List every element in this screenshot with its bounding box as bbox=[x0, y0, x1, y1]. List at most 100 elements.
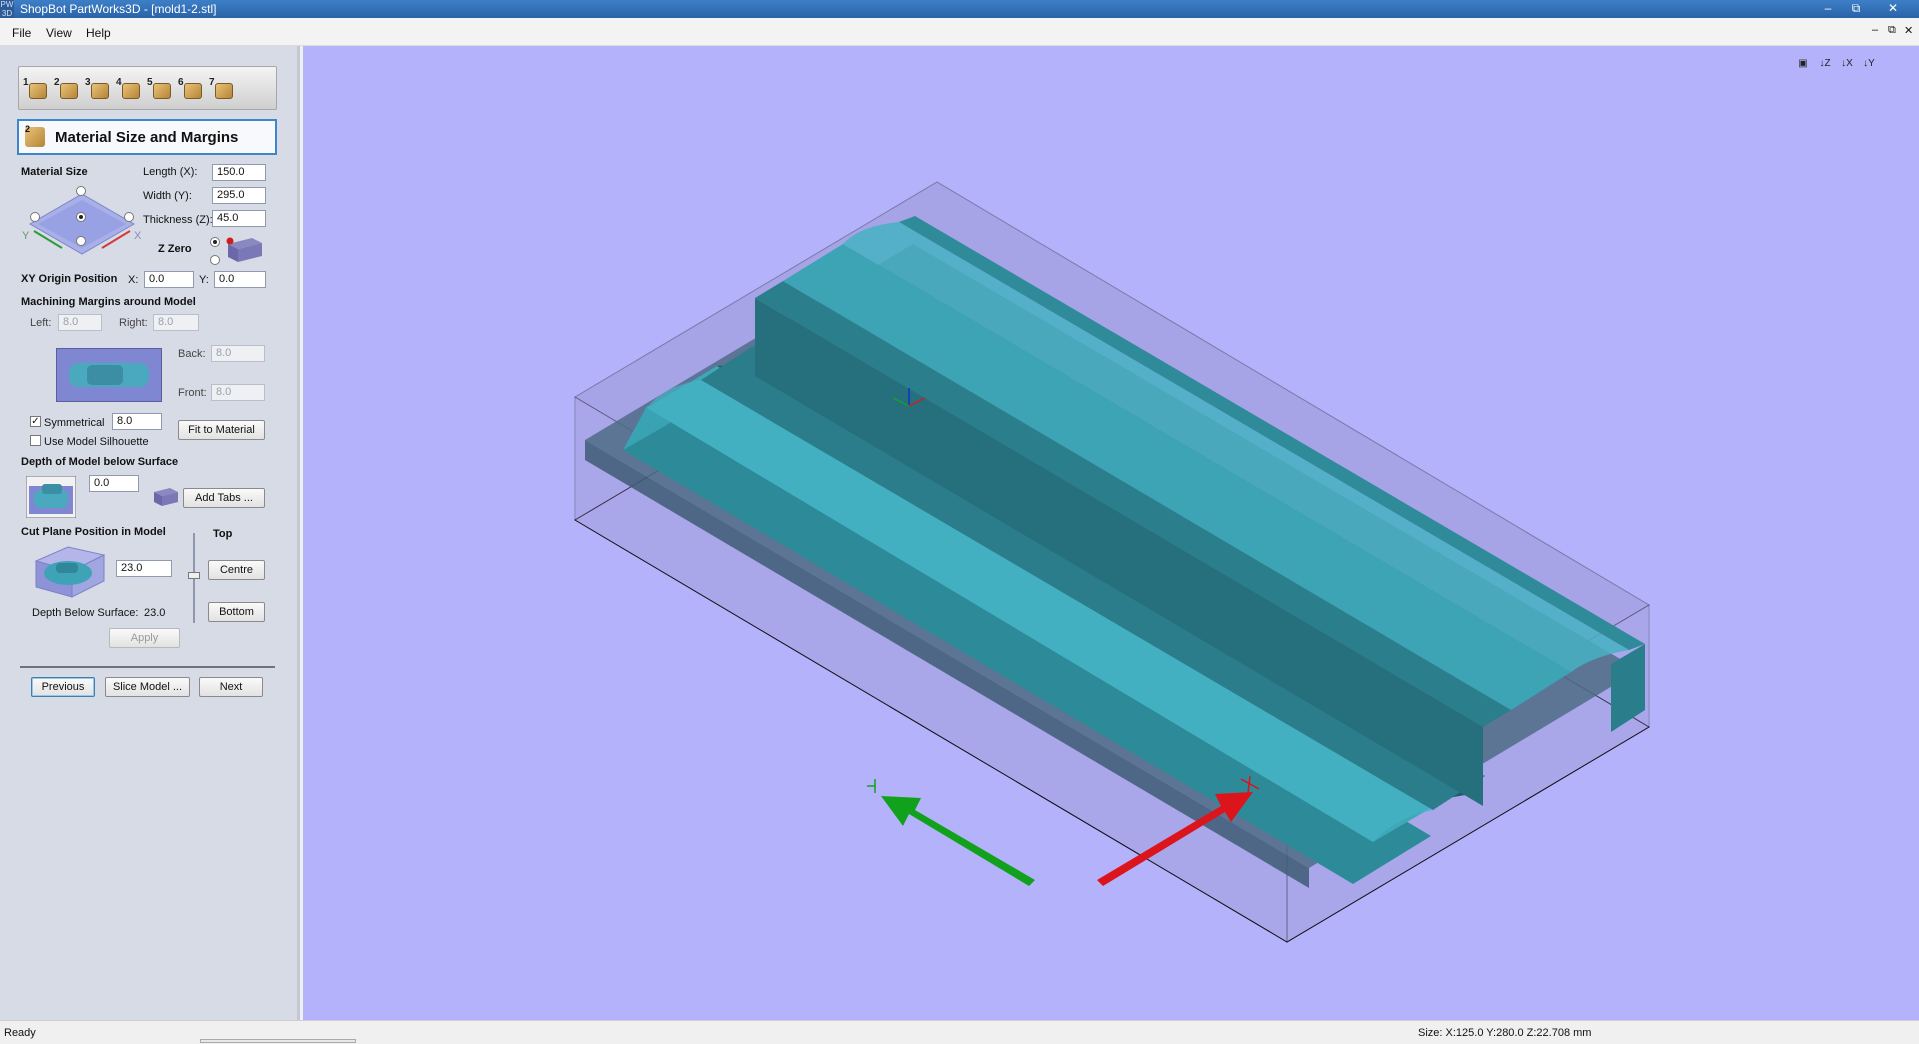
menu-file[interactable]: File bbox=[12, 26, 31, 40]
z-zero-label: Z Zero bbox=[158, 243, 192, 255]
previous-button[interactable]: Previous bbox=[31, 677, 95, 697]
step-2-button[interactable]: 2 bbox=[54, 77, 80, 101]
origin-radio-front[interactable] bbox=[76, 236, 86, 246]
material-size-heading: Material Size bbox=[21, 166, 88, 178]
length-label: Length (X): bbox=[143, 166, 198, 178]
origin-y-label: Y: bbox=[199, 274, 209, 286]
margin-back-input[interactable]: 8.0 bbox=[211, 345, 265, 362]
origin-radio-center[interactable] bbox=[76, 212, 86, 222]
add-tabs-button[interactable]: Add Tabs ... bbox=[183, 488, 265, 508]
width-label: Width (Y): bbox=[143, 190, 192, 202]
close-button[interactable]: ✕ bbox=[1880, 0, 1906, 16]
margin-front-label: Front: bbox=[178, 387, 207, 399]
step-4-button[interactable]: 4 bbox=[116, 77, 142, 101]
step-1-icon bbox=[29, 83, 47, 99]
menu-bar: File View Help – ⧉ ✕ bbox=[0, 18, 1919, 46]
mdi-close-button[interactable]: ✕ bbox=[1904, 24, 1913, 37]
margin-back-label: Back: bbox=[178, 348, 206, 360]
origin-x-input[interactable]: 0.0 bbox=[144, 271, 194, 288]
wizard-panel: 1 2 3 4 5 6 7 2 Material Size and Margin… bbox=[0, 46, 300, 1020]
app-icon: PW 3D bbox=[0, 0, 14, 18]
step-6-icon bbox=[184, 83, 202, 99]
symmetrical-label: Symmetrical bbox=[44, 417, 105, 429]
section-header: 2 Material Size and Margins bbox=[17, 119, 277, 155]
z-view-icon[interactable]: ↓Z bbox=[1815, 54, 1835, 74]
status-progress-bar bbox=[200, 1039, 356, 1043]
car-model-thumbnail bbox=[57, 349, 161, 401]
status-text: Ready bbox=[4, 1027, 36, 1039]
fit-to-material-button[interactable]: Fit to Material bbox=[178, 420, 265, 440]
y-view-icon[interactable]: ↓Y bbox=[1859, 54, 1879, 74]
length-input[interactable]: 150.0 bbox=[212, 164, 266, 181]
origin-radio-right[interactable] bbox=[124, 212, 134, 222]
x-view-icon[interactable]: ↓X bbox=[1837, 54, 1857, 74]
mdi-restore-button[interactable]: ⧉ bbox=[1888, 24, 1896, 37]
step-5-icon bbox=[153, 83, 171, 99]
iso-view-icon[interactable]: ▣ bbox=[1793, 54, 1813, 74]
tab-block-icon bbox=[154, 488, 178, 506]
window-title: ShopBot PartWorks3D - [mold1-2.stl] bbox=[20, 2, 217, 16]
xy-origin-heading: XY Origin Position bbox=[21, 273, 118, 285]
margins-heading: Machining Margins around Model bbox=[21, 296, 196, 308]
depth-model-icon bbox=[26, 476, 76, 518]
origin-y-input[interactable]: 0.0 bbox=[214, 271, 266, 288]
z-zero-top-radio[interactable] bbox=[210, 237, 220, 247]
maximize-button[interactable]: ⧉ bbox=[1843, 0, 1869, 16]
y-direction-arrow bbox=[881, 796, 1035, 886]
symmetrical-checkbox[interactable]: ✓ bbox=[30, 416, 41, 427]
z-zero-bottom-radio[interactable] bbox=[210, 255, 220, 265]
origin-radio-back[interactable] bbox=[76, 186, 86, 196]
margin-right-input[interactable]: 8.0 bbox=[153, 314, 199, 331]
step-4-icon bbox=[122, 83, 140, 99]
depth-input[interactable]: 0.0 bbox=[89, 475, 139, 492]
section-number: 2 bbox=[25, 124, 31, 134]
step-3-button[interactable]: 3 bbox=[85, 77, 111, 101]
model-silhouette-label: Use Model Silhouette bbox=[44, 436, 149, 448]
status-size-readout: Size: X:125.0 Y:280.0 Z:22.708 mm bbox=[1418, 1027, 1592, 1039]
origin-radio-left[interactable] bbox=[30, 212, 40, 222]
minimize-button[interactable]: – bbox=[1815, 0, 1841, 16]
step-1-button[interactable]: 1 bbox=[23, 77, 49, 101]
step-6-button[interactable]: 6 bbox=[178, 77, 204, 101]
width-input[interactable]: 295.0 bbox=[212, 187, 266, 204]
model-silhouette-checkbox[interactable] bbox=[30, 435, 41, 446]
origin-x-label: X: bbox=[128, 274, 139, 286]
thickness-input[interactable]: 45.0 bbox=[212, 210, 266, 227]
margin-left-label: Left: bbox=[30, 317, 52, 329]
step-5-button[interactable]: 5 bbox=[147, 77, 173, 101]
menu-help[interactable]: Help bbox=[86, 26, 111, 40]
step-3-icon bbox=[91, 83, 109, 99]
section-title: Material Size and Margins bbox=[55, 129, 239, 146]
cut-plane-slider-handle[interactable] bbox=[188, 572, 200, 579]
mdi-minimize-button[interactable]: – bbox=[1872, 24, 1878, 36]
axis-x-label: X bbox=[134, 230, 142, 242]
bottom-button[interactable]: Bottom bbox=[208, 602, 265, 622]
title-bar: PW 3D ShopBot PartWorks3D - [mold1-2.stl… bbox=[0, 0, 1919, 18]
centre-button[interactable]: Centre bbox=[208, 560, 265, 580]
panel-divider bbox=[20, 666, 275, 668]
material-origin-diagram bbox=[28, 193, 136, 255]
cut-plane-input[interactable]: 23.0 bbox=[116, 560, 172, 577]
margin-front-input[interactable]: 8.0 bbox=[211, 384, 265, 401]
3d-scene bbox=[574, 181, 1650, 943]
step-7-button[interactable]: 7 bbox=[209, 77, 235, 101]
next-button[interactable]: Next bbox=[199, 677, 263, 697]
margins-model-preview bbox=[56, 348, 162, 402]
margin-right-label: Right: bbox=[119, 317, 148, 329]
axis-y-label: Y bbox=[22, 230, 30, 242]
depth-heading: Depth of Model below Surface bbox=[21, 456, 179, 468]
menu-view[interactable]: View bbox=[46, 26, 72, 40]
status-bar: Ready Size: X:125.0 Y:280.0 Z:22.708 mm bbox=[0, 1020, 1919, 1044]
step-2-icon bbox=[60, 83, 78, 99]
slice-model-button[interactable]: Slice Model ... bbox=[105, 677, 190, 697]
apply-button[interactable]: Apply bbox=[109, 628, 180, 648]
depth-below-surface-value: 23.0 bbox=[144, 607, 166, 619]
cut-plane-heading: Cut Plane Position in Model bbox=[21, 526, 166, 538]
z-zero-block-icon bbox=[226, 237, 262, 262]
cut-plane-top-label: Top bbox=[213, 528, 233, 540]
wizard-steps-toolbar: 1 2 3 4 5 6 7 bbox=[18, 66, 277, 110]
margin-left-input[interactable]: 8.0 bbox=[58, 314, 102, 331]
cut-plane-model-icon bbox=[34, 546, 106, 598]
symmetrical-input[interactable]: 8.0 bbox=[112, 413, 162, 430]
3d-viewport[interactable]: ▣ ↓Z ↓X ↓Y bbox=[303, 46, 1919, 1020]
